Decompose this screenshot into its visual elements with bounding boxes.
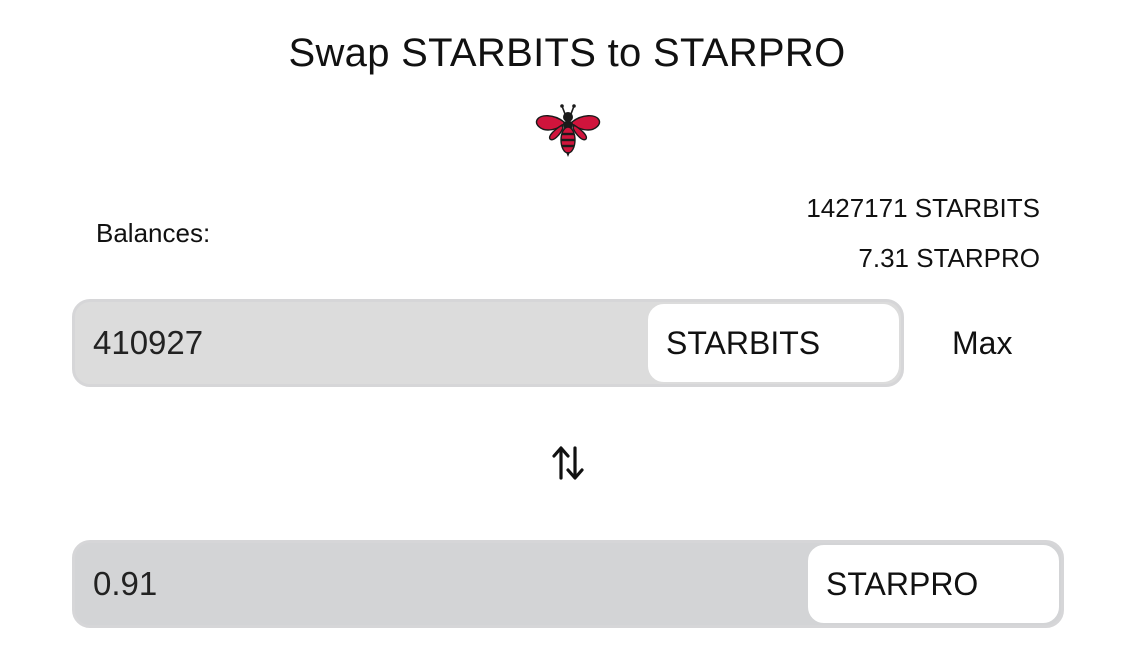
from-amount-input[interactable]: 410927	[75, 302, 648, 384]
starbits-balance: 1427171 STARBITS	[806, 193, 1040, 223]
from-token-select[interactable]: STARBITS	[648, 304, 899, 382]
to-amount-input[interactable]: 0.91	[75, 543, 808, 625]
max-button[interactable]: Max	[952, 324, 1012, 362]
page-title: Swap STARBITS to STARPRO	[288, 31, 846, 75]
from-amount-field: 410927 STARBITS	[72, 299, 904, 387]
swap-vertical-arrows-icon[interactable]	[552, 444, 584, 482]
starpro-balance: 7.31 STARPRO	[858, 243, 1040, 273]
to-token-select[interactable]: STARPRO	[808, 545, 1059, 623]
balances-label: Balances:	[96, 218, 211, 248]
bee-icon	[535, 104, 601, 157]
to-amount-field: 0.91 STARPRO	[72, 540, 1064, 628]
swap-panel: Swap STARBITS to STARPRO Balances: 14271…	[0, 0, 1134, 648]
